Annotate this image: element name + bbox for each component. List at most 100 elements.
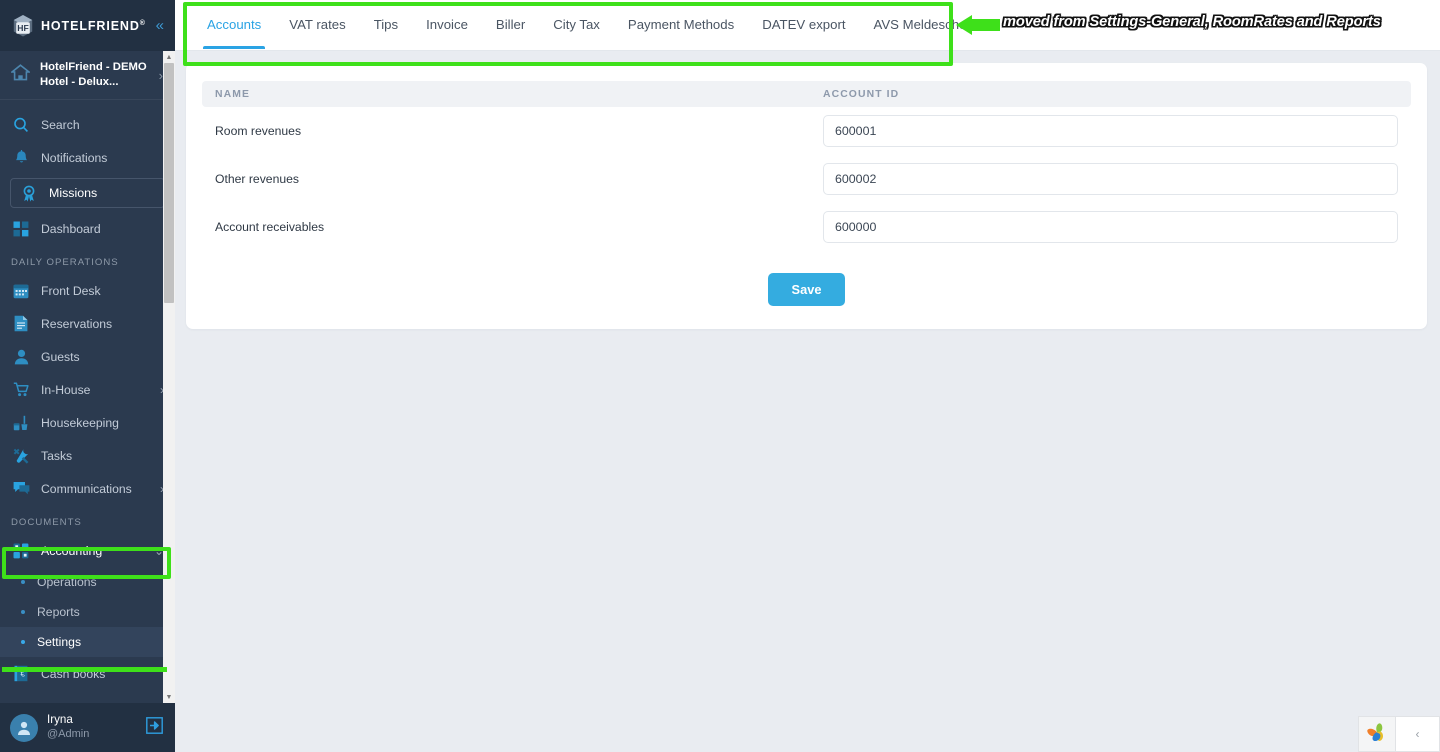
account-id-input-room-revenues[interactable] — [823, 115, 1398, 147]
sidebar-item-label: Dashboard — [41, 221, 101, 236]
account-id-input-account-receivables[interactable] — [823, 211, 1398, 243]
sidebar-item-label: Reservations — [41, 316, 113, 331]
sidebar-subitem-label: Reports — [37, 605, 80, 619]
svg-text:€: € — [20, 670, 25, 679]
tab-tips[interactable]: Tips — [360, 0, 412, 49]
sidebar-item-label: Front Desk — [41, 283, 101, 298]
tab-label: City Tax — [553, 17, 600, 32]
svg-text:HF: HF — [17, 23, 28, 33]
sidebar-section-daily-operations: DAILY OPERATIONS — [11, 257, 119, 268]
row-name: Other revenues — [215, 172, 300, 186]
sidebar-item-communications[interactable]: Communications › — [0, 472, 175, 505]
cashbook-icon: € — [11, 665, 31, 682]
sidebar-subitem-reports[interactable]: Reports — [0, 597, 175, 627]
leaf-logo-icon — [1366, 721, 1388, 748]
user-profile[interactable]: Iryna @Admin — [0, 703, 175, 752]
document-icon — [11, 315, 31, 332]
sidebar-item-label: Cash books — [41, 666, 106, 681]
tab-city-tax[interactable]: City Tax — [539, 0, 614, 49]
sidebar-item-dashboard[interactable]: Dashboard — [0, 212, 175, 245]
tab-datev-export[interactable]: DATEV export — [748, 0, 859, 49]
tab-label: Biller — [495, 17, 526, 32]
tab-biller[interactable]: Biller — [482, 0, 539, 49]
sidebar-item-guests[interactable]: Guests — [0, 340, 175, 373]
sidebar-section-documents: DOCUMENTS — [11, 517, 82, 528]
tab-label: Accounts — [207, 17, 262, 32]
hotelfriend-cube-logo-icon: HF — [12, 14, 34, 38]
user-meta: Iryna @Admin — [47, 713, 89, 741]
sidebar-item-tasks[interactable]: Tasks — [0, 439, 175, 472]
chat-widget-dock: ‹ — [1358, 716, 1440, 752]
tab-accounts[interactable]: Accounts — [193, 0, 275, 49]
sidebar-item-label: Communications — [41, 481, 132, 496]
row-field — [823, 115, 1398, 147]
table-row: Account receivables — [202, 203, 1411, 251]
sidebar-subitem-label: Operations — [37, 575, 97, 589]
tab-label: Invoice — [426, 17, 468, 32]
user-role: @Admin — [47, 727, 90, 740]
avatar — [10, 713, 38, 742]
sidebar-scrollbar[interactable]: ▲ ▼ — [163, 51, 175, 703]
calendar-icon — [11, 283, 31, 299]
sidebar-collapse-icon[interactable]: « — [156, 18, 164, 33]
user-name: Iryna — [47, 713, 73, 727]
tab-vat-rates[interactable]: VAT rates — [275, 0, 359, 49]
chat-widget-collapse-button[interactable]: ‹ — [1396, 716, 1440, 752]
scroll-down-icon[interactable]: ▼ — [163, 691, 175, 703]
cart-icon — [11, 382, 31, 397]
sidebar-item-label: Missions — [49, 186, 98, 200]
sidebar-item-front-desk[interactable]: Front Desk — [0, 274, 175, 307]
logout-icon[interactable] — [146, 716, 163, 739]
app-window: HF HOTELFRIEND® « HotelFriend - DEMO Hot… — [0, 0, 1440, 752]
sidebar-item-label: Tasks — [41, 448, 73, 463]
column-header-account-id: ACCOUNT ID — [823, 88, 900, 100]
account-id-input-other-revenues[interactable] — [823, 163, 1398, 195]
sidebar-item-label: Guests — [41, 349, 80, 364]
accounts-card: NAME ACCOUNT ID Room revenues Other reve… — [186, 63, 1427, 329]
table-row: Room revenues — [202, 107, 1411, 155]
accounting-grid-icon — [11, 543, 31, 559]
sidebar-item-cash-books[interactable]: € Cash books — [0, 657, 175, 690]
main-content: Accounts VAT rates Tips Invoice Biller C… — [175, 0, 1440, 752]
sidebar-item-accounting[interactable]: Accounting ⌄ — [0, 534, 175, 567]
settings-tabbar: Accounts VAT rates Tips Invoice Biller C… — [175, 0, 1440, 51]
sidebar-item-label: Housekeeping — [41, 415, 119, 430]
chat-widget-logo-button[interactable] — [1358, 716, 1396, 752]
user-icon — [11, 349, 31, 365]
save-button[interactable]: Save — [767, 273, 846, 306]
sidebar-item-in-house[interactable]: In-House › — [0, 373, 175, 406]
sidebar-item-label: In-House — [41, 382, 91, 397]
table-header-row: NAME ACCOUNT ID — [202, 81, 1411, 107]
home-icon — [9, 64, 32, 86]
tab-invoice[interactable]: Invoice — [412, 0, 482, 49]
tab-payment-methods[interactable]: Payment Methods — [614, 0, 748, 49]
save-button-container: Save — [202, 273, 1411, 306]
sidebar-item-search[interactable]: Search — [0, 108, 175, 141]
sidebar-scrollbar-thumb[interactable] — [164, 63, 174, 303]
bullet-icon — [21, 580, 25, 584]
sidebar-subitem-operations[interactable]: Operations — [0, 567, 175, 597]
sidebar-item-notifications[interactable]: Notifications — [0, 141, 175, 174]
bell-icon — [11, 149, 31, 166]
sidebar-item-housekeeping[interactable]: Housekeeping — [0, 406, 175, 439]
sidebar-scroll-area: HotelFriend - DEMO Hotel - Delux... › Se… — [0, 51, 175, 703]
search-icon — [11, 117, 31, 133]
table-row: Other revenues — [202, 155, 1411, 203]
brand-name: HOTELFRIEND® — [41, 18, 146, 33]
sidebar-item-label: Accounting — [41, 543, 103, 558]
tab-label: Tips — [373, 17, 399, 32]
chat-icon — [11, 481, 31, 496]
row-name: Account receivables — [215, 220, 325, 234]
sidebar-item-reservations[interactable]: Reservations — [0, 307, 175, 340]
bullet-icon — [21, 640, 25, 644]
tab-label: VAT rates — [289, 17, 346, 32]
tab-label: Payment Methods — [627, 17, 735, 32]
sidebar-logo-header: HF HOTELFRIEND® « — [0, 0, 175, 51]
tab-avs-meldeschein[interactable]: AVS Meldeschein — [860, 0, 991, 49]
property-selector[interactable]: HotelFriend - DEMO Hotel - Delux... › — [0, 51, 175, 100]
sidebar-item-missions[interactable]: Missions — [10, 178, 165, 208]
sidebar-subitem-settings[interactable]: Settings — [0, 627, 175, 657]
tab-label: DATEV export — [762, 17, 846, 32]
scroll-up-icon[interactable]: ▲ — [163, 51, 175, 63]
sidebar-item-label: Notifications — [41, 150, 108, 165]
